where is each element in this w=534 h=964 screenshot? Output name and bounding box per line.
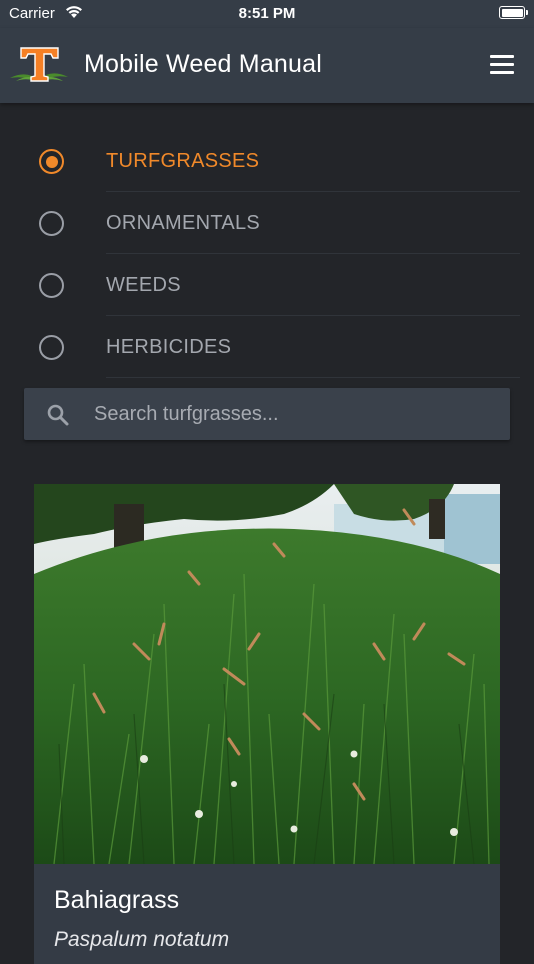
divider (106, 377, 520, 378)
radio-unselected-icon[interactable] (39, 211, 64, 236)
hamburger-menu-icon[interactable] (490, 55, 514, 75)
category-option-herbicides[interactable]: HERBICIDES (0, 316, 534, 378)
status-bar: Carrier 8:51 PM (0, 0, 534, 28)
plant-common-name: Bahiagrass (54, 886, 180, 914)
turfgrass-photo[interactable] (34, 484, 500, 864)
radio-selected-icon[interactable] (39, 149, 64, 174)
category-radio-group: TURFGRASSES ORNAMENTALS WEEDS HERBICIDES (0, 130, 534, 378)
radio-unselected-icon[interactable] (39, 273, 64, 298)
plant-card[interactable]: Bahiagrass Paspalum notatum (34, 484, 500, 964)
plant-scientific-name: Paspalum notatum (54, 928, 230, 951)
category-label: HERBICIDES (106, 336, 232, 358)
search-icon (46, 403, 70, 427)
category-option-ornamentals[interactable]: ORNAMENTALS (0, 192, 534, 254)
battery-icon (499, 6, 528, 19)
category-option-weeds[interactable]: WEEDS (0, 254, 534, 316)
radio-unselected-icon[interactable] (39, 335, 64, 360)
clock: 8:51 PM (238, 5, 296, 22)
university-logo[interactable] (8, 45, 70, 85)
category-label: TURFGRASSES (106, 150, 260, 172)
category-option-turfgrasses[interactable]: TURFGRASSES (0, 130, 534, 192)
search-input[interactable] (94, 388, 494, 440)
category-label: ORNAMENTALS (106, 212, 261, 234)
app-header: Mobile Weed Manual (0, 28, 534, 103)
app-title: Mobile Weed Manual (84, 50, 322, 78)
category-label: WEEDS (106, 274, 181, 296)
search-bar[interactable] (24, 388, 510, 440)
